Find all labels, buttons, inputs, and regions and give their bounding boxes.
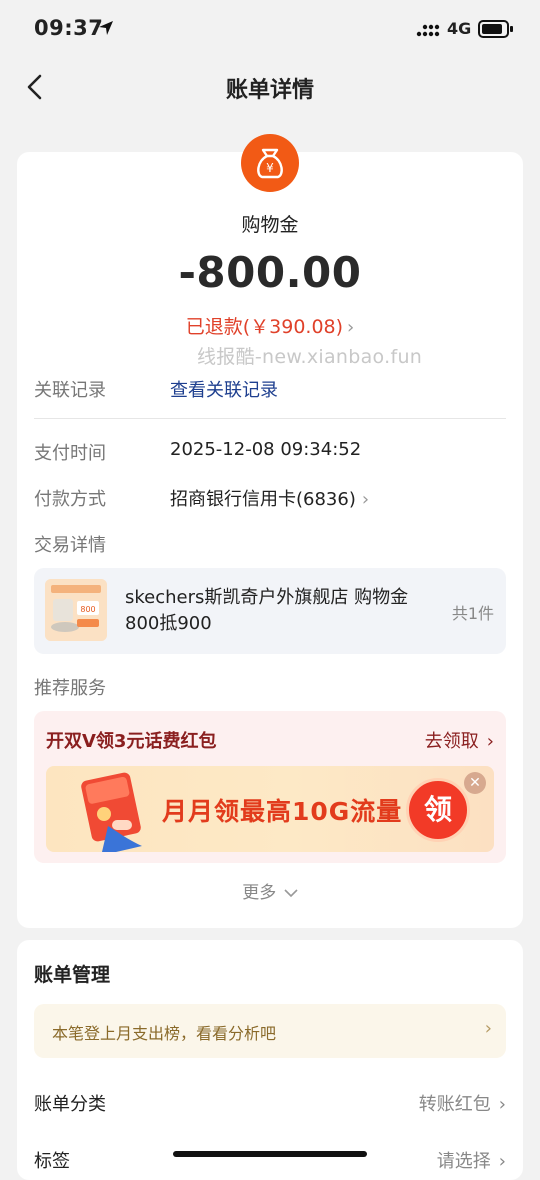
svg-text:800: 800 — [80, 605, 95, 614]
more-label: 更多 — [242, 883, 277, 903]
location-arrow-icon — [99, 21, 113, 35]
category-label: 账单分类 — [34, 1094, 106, 1115]
pay-method-value[interactable]: 招商银行信用卡(6836) › — [170, 485, 369, 511]
trade-detail-label: 交易详情 — [34, 535, 106, 556]
refund-link[interactable]: 已退款(￥390.08) › — [17, 312, 523, 339]
chevron-down-icon — [284, 889, 298, 898]
banner-text: 月月领最高10G流量 — [162, 797, 403, 826]
trade-title: skechers斯凯奇户外旗舰店 购物金800抵900 — [125, 587, 409, 634]
claim-label: 去领取 — [424, 731, 479, 752]
analysis-text: 本笔登上月支出榜，看看分析吧 — [52, 1024, 277, 1043]
related-records-link[interactable]: 查看关联记录 — [170, 376, 278, 402]
pay-method-label: 付款方式 — [34, 489, 106, 510]
tag-select[interactable]: 请选择 › — [437, 1147, 506, 1173]
promo-banner[interactable]: 月月领最高10G流量 领 ✕ — [46, 766, 494, 852]
network-label: 4G — [447, 19, 472, 38]
bill-management-card: 账单管理 本笔登上月支出榜，看看分析吧 › 账单分类 转账红包 › 标签 请选择 › — [17, 940, 523, 1180]
category-value: 转账红包 — [418, 1094, 491, 1115]
chevron-right-icon: › — [347, 317, 355, 338]
chevron-right-icon: › — [498, 1151, 506, 1172]
tag-label: 标签 — [34, 1151, 70, 1172]
bill-amount: -800.00 — [178, 248, 362, 297]
signal-icon — [416, 24, 440, 37]
divider — [34, 418, 506, 419]
status-time: 09:37 — [34, 16, 104, 40]
status-bar: 09:37 4G — [0, 0, 540, 60]
refund-text: 已退款(￥390.08) — [185, 316, 344, 338]
battery-icon — [478, 20, 513, 38]
chevron-right-icon: › — [484, 1018, 492, 1039]
money-bag-icon: ¥ — [241, 134, 299, 192]
promo-card: 开双V领3元话费红包 去领取 › 月月领最高10G流量 领 ✕ — [34, 711, 506, 863]
home-indicator — [173, 1151, 367, 1157]
chevron-right-icon: › — [486, 731, 494, 752]
section-title: 账单管理 — [34, 964, 111, 986]
promo-title: 开双V领3元话费红包 — [46, 731, 217, 752]
related-label: 关联记录 — [34, 380, 106, 401]
more-button[interactable]: 更多 — [17, 878, 523, 903]
watermark: 线报酷-new.xianbao.fun — [197, 346, 423, 368]
claim-badge: 领 — [406, 778, 470, 842]
claim-button[interactable]: 去领取 › — [425, 727, 494, 753]
category-select[interactable]: 转账红包 › — [419, 1090, 506, 1116]
nav-bar: 账单详情 — [0, 60, 540, 114]
pay-method-text: 招商银行信用卡(6836) — [170, 489, 356, 510]
close-icon[interactable]: ✕ — [464, 772, 486, 794]
svg-text:¥: ¥ — [266, 161, 274, 175]
merchant-name: 购物金 — [241, 214, 299, 236]
tag-value: 请选择 — [436, 1151, 491, 1172]
bill-card: ¥ 购物金 -800.00 已退款(￥390.08) › 线报酷-new.xian… — [17, 134, 523, 928]
recommend-label: 推荐服务 — [34, 678, 106, 699]
pay-time-value: 2025-12-08 09:34:52 — [170, 439, 362, 460]
analysis-banner[interactable]: 本笔登上月支出榜，看看分析吧 › — [34, 1004, 506, 1058]
pay-time-label: 支付时间 — [34, 443, 106, 464]
chevron-right-icon: › — [498, 1094, 506, 1115]
trade-item[interactable]: 800 skechers斯凯奇户外旗舰店 购物金800抵900 共1件 — [34, 568, 506, 654]
trade-count: 共1件 — [451, 604, 494, 623]
product-thumbnail: 800 — [45, 579, 107, 641]
page-title: 账单详情 — [225, 78, 314, 103]
red-envelope-icon — [81, 772, 142, 852]
chevron-right-icon: › — [361, 489, 370, 510]
